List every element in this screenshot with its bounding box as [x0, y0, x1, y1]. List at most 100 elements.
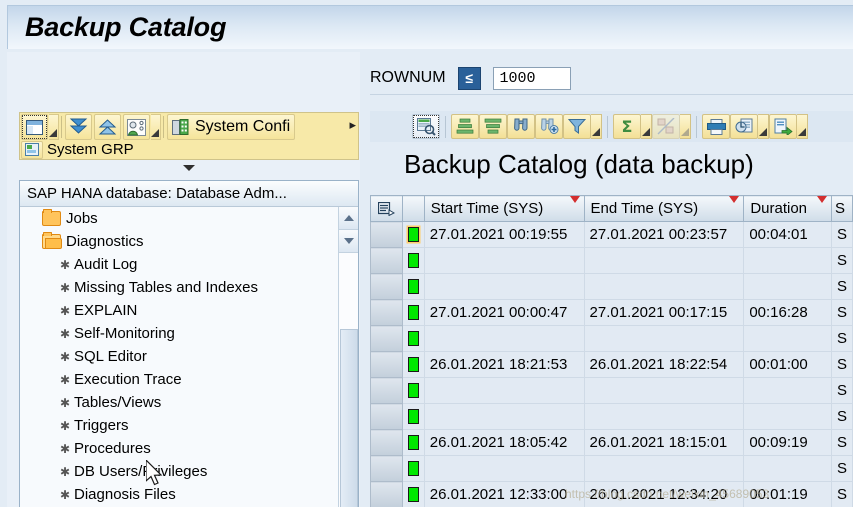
- sort-indicator-icon: [729, 196, 740, 203]
- row-selector[interactable]: [370, 377, 403, 404]
- tree-item-explain[interactable]: ✱ EXPLAIN: [20, 299, 337, 322]
- column-header-start-time[interactable]: Start Time (SYS): [424, 195, 585, 222]
- rownum-input[interactable]: 1000: [492, 66, 571, 90]
- table-row[interactable]: 26.01.2021 12:33:00 26.01.2021 12:34:20 …: [370, 481, 853, 507]
- print-icon[interactable]: [702, 114, 730, 139]
- row-selector[interactable]: [370, 221, 403, 248]
- row-selector[interactable]: [370, 325, 403, 352]
- row-selector[interactable]: [370, 403, 403, 430]
- column-header-size[interactable]: S: [831, 195, 853, 222]
- table-row[interactable]: S: [370, 377, 853, 404]
- find-icon[interactable]: [507, 114, 535, 139]
- filter-dropdown-arrow[interactable]: [591, 114, 602, 139]
- status-green-icon: [407, 382, 419, 398]
- subtotal-icon[interactable]: [652, 114, 680, 139]
- table-row[interactable]: S: [370, 455, 853, 482]
- status-column-header[interactable]: [402, 195, 425, 222]
- sort-descending-icon[interactable]: [479, 114, 507, 139]
- tree-item-execution-trace[interactable]: ✱ Execution Trace: [20, 368, 337, 391]
- print-preview-icon[interactable]: [730, 114, 758, 139]
- column-header-duration[interactable]: Duration: [743, 195, 833, 222]
- sort-ascending-icon[interactable]: [451, 114, 479, 139]
- tree-item-label: Diagnosis Files: [74, 486, 176, 503]
- scrollbar-track[interactable]: [339, 253, 358, 507]
- tree-item-label: DB Users/Privileges: [74, 463, 208, 480]
- row-status: [402, 377, 425, 404]
- tree-item-label: Jobs: [66, 210, 98, 227]
- row-selector[interactable]: [370, 351, 403, 378]
- tree-item-db-users-privileges[interactable]: ✱ DB Users/Privileges: [20, 460, 337, 483]
- status-green-icon: [407, 278, 419, 294]
- tree-item-diagnostics[interactable]: Diagnostics: [20, 230, 337, 253]
- tree-vertical-scrollbar[interactable]: [338, 207, 358, 507]
- row-selector[interactable]: [370, 481, 403, 507]
- column-header-label: Duration: [750, 200, 808, 217]
- tree-item-triggers[interactable]: ✱ Triggers: [20, 414, 337, 437]
- tree-item-procedures[interactable]: ✱ Procedures: [20, 437, 337, 460]
- table-body: 27.01.2021 00:19:55 27.01.2021 00:23:57 …: [370, 221, 853, 507]
- system-configuration-button[interactable]: System Confi: [167, 114, 296, 140]
- cell-start-time: [424, 377, 585, 404]
- row-selector[interactable]: [370, 299, 403, 326]
- folder-open-icon: [42, 232, 62, 249]
- cell-start-time: 26.01.2021 18:05:42: [424, 429, 585, 456]
- collapse-all-icon[interactable]: [65, 114, 92, 140]
- cell-duration: [743, 325, 833, 352]
- subtotal-dropdown-arrow[interactable]: [680, 114, 691, 139]
- tree-item-jobs[interactable]: Jobs: [20, 207, 337, 230]
- expand-all-icon[interactable]: [94, 114, 121, 140]
- scroll-down-icon[interactable]: [339, 230, 358, 253]
- toolbar-overflow-icon[interactable]: ▸: [349, 117, 356, 133]
- row-selector[interactable]: [370, 273, 403, 300]
- table-row[interactable]: 27.01.2021 00:19:55 27.01.2021 00:23:57 …: [370, 221, 853, 248]
- tree-item-audit-log[interactable]: ✱ Audit Log: [20, 253, 337, 276]
- tree-item-missing-tables-and-indexes[interactable]: ✱ Missing Tables and Indexes: [20, 276, 337, 299]
- layout-view-dropdown-arrow[interactable]: [49, 114, 59, 140]
- less-or-equal-icon[interactable]: ≤: [457, 66, 481, 90]
- table-row[interactable]: S: [370, 325, 853, 352]
- user-settings-icon[interactable]: [123, 114, 150, 140]
- row-selector[interactable]: [370, 429, 403, 456]
- cell-size: S: [831, 455, 853, 482]
- cell-duration: [743, 377, 833, 404]
- cell-start-time: 27.01.2021 00:19:55: [424, 221, 585, 248]
- tree-item-diagnosis-files[interactable]: ✱ Diagnosis Files: [20, 483, 337, 506]
- table-row[interactable]: 27.01.2021 00:00:47 27.01.2021 00:17:15 …: [370, 299, 853, 326]
- row-selector[interactable]: [370, 247, 403, 274]
- find-next-icon[interactable]: [535, 114, 563, 139]
- select-all-icon[interactable]: [370, 195, 403, 222]
- print-preview-dropdown-arrow[interactable]: [758, 114, 769, 139]
- table-row[interactable]: S: [370, 403, 853, 430]
- grid-toolbar-separator-3: [696, 115, 697, 138]
- system-group-icon[interactable]: [21, 140, 43, 159]
- tree-item-label: Self-Monitoring: [74, 325, 175, 342]
- table-row[interactable]: S: [370, 247, 853, 274]
- table-row[interactable]: 26.01.2021 18:05:42 26.01.2021 18:15:01 …: [370, 429, 853, 456]
- status-green-icon: [407, 460, 419, 476]
- tree-item-sql-editor[interactable]: ✱ SQL Editor: [20, 345, 337, 368]
- cell-size: S: [831, 481, 853, 507]
- row-selector[interactable]: [370, 455, 403, 482]
- status-green-icon: [407, 356, 419, 372]
- export-icon[interactable]: [769, 114, 797, 139]
- status-green-icon: [407, 434, 419, 450]
- tree-item-self-monitoring[interactable]: ✱ Self-Monitoring: [20, 322, 337, 345]
- column-header-end-time[interactable]: End Time (SYS): [584, 195, 745, 222]
- cell-start-time: 26.01.2021 18:21:53: [424, 351, 585, 378]
- export-dropdown-arrow[interactable]: [797, 114, 808, 139]
- details-view-icon[interactable]: [412, 114, 440, 139]
- tree-item-tables-views[interactable]: ✱ Tables/Views: [20, 391, 337, 414]
- filter-icon[interactable]: [563, 114, 591, 139]
- sum-total-icon[interactable]: Σ: [613, 114, 641, 139]
- column-header-label: Start Time (SYS): [430, 200, 544, 217]
- sum-total-dropdown-arrow[interactable]: [641, 114, 652, 139]
- layout-view-icon[interactable]: [21, 114, 48, 140]
- table-row[interactable]: 26.01.2021 18:21:53 26.01.2021 18:22:54 …: [370, 351, 853, 378]
- table-row[interactable]: S: [370, 273, 853, 300]
- tree-item-label: Execution Trace: [74, 371, 182, 388]
- scrollbar-thumb[interactable]: [340, 329, 358, 507]
- scroll-up-icon[interactable]: [339, 207, 358, 230]
- toolbar-expand-arrow-icon[interactable]: [19, 160, 359, 176]
- status-green-icon: [407, 252, 419, 268]
- user-settings-dropdown-arrow[interactable]: [151, 114, 161, 140]
